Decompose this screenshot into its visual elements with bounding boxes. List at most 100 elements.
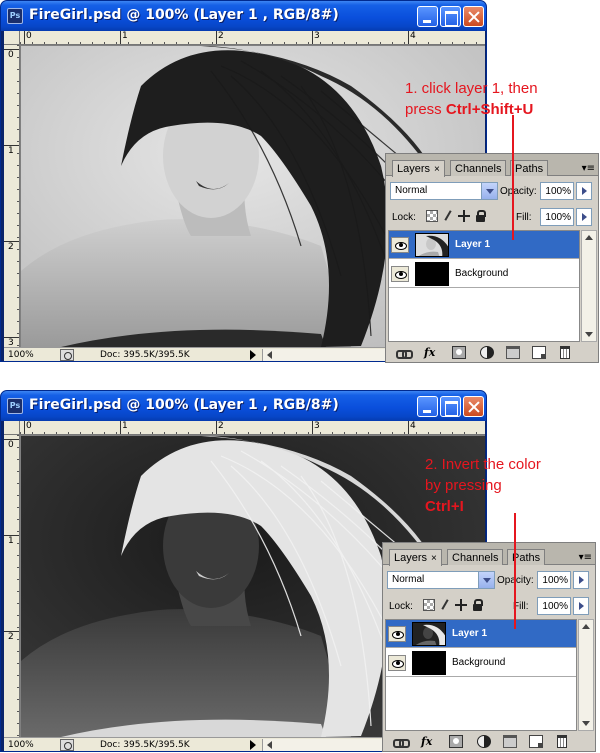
adjustment-layer-icon[interactable] <box>477 735 491 748</box>
trash-icon[interactable] <box>560 346 570 359</box>
annotation-line: by pressing <box>425 477 502 494</box>
layer-style-fx-icon[interactable]: fx <box>424 346 438 359</box>
add-mask-icon[interactable] <box>452 346 466 359</box>
lock-transparent-pixels-icon[interactable] <box>423 599 435 611</box>
fill-label: Fill: <box>516 212 532 223</box>
fill-field[interactable]: 100% <box>540 208 574 226</box>
link-layers-icon[interactable] <box>393 735 410 748</box>
ruler-tick: 0 <box>24 421 32 434</box>
status-menu-arrow-icon[interactable] <box>250 350 256 360</box>
layers-panel-footer: fx <box>386 344 598 362</box>
lock-position-icon[interactable] <box>458 210 470 222</box>
opacity-slider-arrow-icon[interactable] <box>573 571 589 589</box>
tab-channels[interactable]: Channels <box>447 549 504 565</box>
ruler-tick: 0 <box>4 49 19 60</box>
ruler-tick: 3 <box>312 421 320 434</box>
link-layers-icon[interactable] <box>396 346 413 359</box>
annotation-line: 1. click layer 1, then <box>405 80 538 97</box>
minimize-button[interactable] <box>417 6 438 27</box>
instruction-annotation-2: 2. Invert the color by pressing Ctrl+I <box>425 454 595 517</box>
maximize-button[interactable] <box>440 6 461 27</box>
ruler-tick: 3 <box>4 337 19 347</box>
layer-row-layer-1[interactable]: Layer 1 <box>386 620 576 648</box>
tab-layers[interactable]: Layers × <box>389 549 442 566</box>
opacity-field[interactable]: 100% <box>537 571 571 589</box>
fill-slider-arrow-icon[interactable] <box>576 208 592 226</box>
minimize-button[interactable] <box>417 396 438 417</box>
vertical-ruler[interactable]: 0 1 2 3 <box>4 45 20 347</box>
opacity-field[interactable]: 100% <box>540 182 574 200</box>
tab-paths[interactable]: Paths <box>510 160 549 176</box>
eye-icon[interactable] <box>388 626 406 642</box>
blend-mode-select[interactable]: Normal <box>390 182 498 200</box>
new-group-folder-icon[interactable] <box>506 346 520 359</box>
eye-icon[interactable] <box>388 655 406 671</box>
ruler-tick: 4 <box>408 31 416 44</box>
lock-transparent-pixels-icon[interactable] <box>426 210 438 222</box>
status-info-icon[interactable] <box>60 739 74 751</box>
horizontal-ruler[interactable]: 0 1 2 3 4 <box>20 31 485 45</box>
new-layer-icon[interactable] <box>532 346 546 359</box>
ruler-tick: 2 <box>216 31 224 44</box>
tab-close-icon[interactable]: × <box>431 553 437 564</box>
close-button[interactable] <box>463 396 484 417</box>
new-group-folder-icon[interactable] <box>503 735 517 748</box>
layers-vertical-scrollbar[interactable] <box>581 230 597 342</box>
tab-close-icon[interactable]: × <box>434 164 440 175</box>
zoom-level-field[interactable]: 100% <box>8 349 56 361</box>
opacity-slider-arrow-icon[interactable] <box>576 182 592 200</box>
blend-mode-select[interactable]: Normal <box>387 571 495 589</box>
lock-image-pixels-icon[interactable] <box>439 599 451 611</box>
ruler-tick: 0 <box>4 439 19 450</box>
tab-layers[interactable]: Layers × <box>392 160 445 177</box>
lock-all-icon[interactable] <box>474 210 486 222</box>
layer-row-background[interactable]: Background <box>386 649 576 677</box>
layers-vertical-scrollbar[interactable] <box>578 619 594 731</box>
ruler-tick: 1 <box>120 421 128 434</box>
vertical-ruler[interactable]: 0 1 2 <box>4 435 20 737</box>
panel-menu-icon[interactable]: ▾≡ <box>582 163 595 174</box>
ruler-tick: 0 <box>24 31 32 44</box>
fill-slider-arrow-icon[interactable] <box>573 597 589 615</box>
add-mask-icon[interactable] <box>449 735 463 748</box>
layer-row-layer-1[interactable]: Layer 1 <box>389 231 579 259</box>
new-layer-icon[interactable] <box>529 735 543 748</box>
layer-name: Layer 1 <box>455 239 491 250</box>
layer-thumbnail <box>415 233 449 257</box>
close-button[interactable] <box>463 6 484 27</box>
window-titlebar[interactable]: Ps FireGirl.psd @ 100% (Layer 1 , RGB/8#… <box>1 391 486 421</box>
ruler-tick: 4 <box>408 421 416 434</box>
eye-icon[interactable] <box>391 266 409 282</box>
scroll-left-arrow-icon[interactable] <box>267 741 272 749</box>
lock-image-pixels-icon[interactable] <box>442 210 454 222</box>
chevron-down-icon[interactable] <box>481 183 497 199</box>
lock-position-icon[interactable] <box>455 599 467 611</box>
status-info-icon[interactable] <box>60 349 74 361</box>
scroll-left-arrow-icon[interactable] <box>267 351 272 359</box>
ruler-origin[interactable] <box>4 31 20 45</box>
horizontal-ruler[interactable]: 0 1 2 3 4 <box>20 421 485 435</box>
zoom-level-field[interactable]: 100% <box>8 739 56 751</box>
window-titlebar[interactable]: Ps FireGirl.psd @ 100% (Layer 1 , RGB/8#… <box>1 1 486 31</box>
layer-style-fx-icon[interactable]: fx <box>421 735 435 748</box>
fill-field[interactable]: 100% <box>537 597 571 615</box>
chevron-down-icon[interactable] <box>478 572 494 588</box>
layers-panel-footer: fx <box>383 733 595 751</box>
eye-icon[interactable] <box>391 237 409 253</box>
status-menu-arrow-icon[interactable] <box>250 740 256 750</box>
ruler-origin[interactable] <box>4 421 20 435</box>
instruction-annotation-1: 1. click layer 1, then press Ctrl+Shift+… <box>405 78 600 120</box>
maximize-button[interactable] <box>440 396 461 417</box>
lock-all-icon[interactable] <box>471 599 483 611</box>
annotation-line: 2. Invert the color <box>425 456 541 473</box>
trash-icon[interactable] <box>557 735 567 748</box>
panel-menu-icon[interactable]: ▾≡ <box>579 552 592 563</box>
layer-row-background[interactable]: Background <box>389 260 579 288</box>
tab-paths[interactable]: Paths <box>507 549 546 565</box>
adjustment-layer-icon[interactable] <box>480 346 494 359</box>
tab-channels[interactable]: Channels <box>450 160 507 176</box>
layers-panel-bottom: Layers× Channels Paths ▾≡ Normal Opacity… <box>382 542 596 752</box>
ruler-tick: 2 <box>4 241 19 252</box>
layer-list: Layer 1 Background <box>388 230 580 342</box>
layers-panel-top: Layers × Channels Paths ▾≡ Normal Opacity… <box>385 153 599 363</box>
